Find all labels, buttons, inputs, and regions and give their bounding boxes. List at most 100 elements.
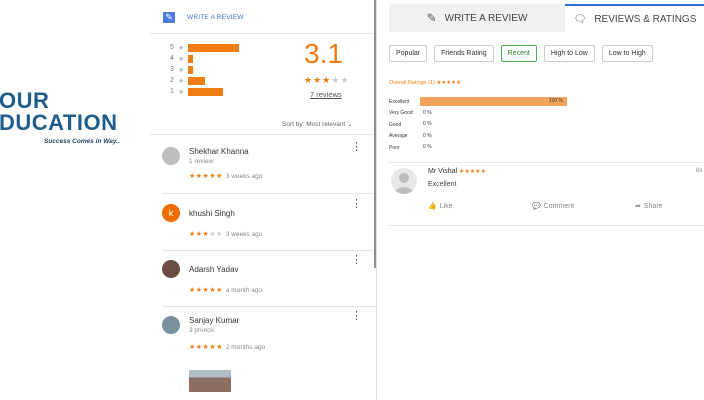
stars-empty-icon: ★★ xyxy=(209,231,223,238)
reviewer-name[interactable]: Sanjay Kumar xyxy=(189,316,239,325)
breakdown-label: Good xyxy=(389,121,402,128)
reviewer-subtext: 3 photos xyxy=(189,327,214,334)
avatar[interactable]: k xyxy=(162,204,180,222)
breakdown-percent: 0 % xyxy=(423,121,432,128)
write-review-label: WRITE A REVIEW xyxy=(187,14,244,21)
star-filled-icon: ★ xyxy=(322,75,332,85)
histogram-label: 3 xyxy=(170,66,174,73)
histogram-label: 1 xyxy=(170,88,174,95)
star-filled-icon: ★ xyxy=(313,75,323,85)
breakdown-percent: 0 % xyxy=(423,109,432,116)
review-stars: ★★★★★ a month ago xyxy=(189,286,262,294)
reviews-count-link[interactable]: 7 reviews xyxy=(310,90,342,99)
filter-friends-rating-button[interactable]: Friends Rating xyxy=(434,45,494,62)
star-icon: ★ xyxy=(178,44,185,52)
average-stars: ★★★★★ xyxy=(304,75,349,86)
tab-reviews-ratings[interactable]: 🗨 REVIEWS & RATINGS xyxy=(565,4,704,32)
breakdown-percent: 0 % xyxy=(423,132,432,139)
histogram-label: 5 xyxy=(170,44,174,51)
filter-high-to-low-button[interactable]: High to Low xyxy=(543,45,595,62)
stars-filled-icon: ★★★★★ xyxy=(189,344,223,351)
review-item: Shekhar Khanna 1 review ★★★★★ 3 weeks ago… xyxy=(162,142,362,187)
breakdown-row: Very Good 0 % xyxy=(389,108,567,120)
user-icon xyxy=(394,173,414,194)
breakdown-percent: 100 % xyxy=(548,98,563,105)
star-icon: ★ xyxy=(178,77,185,85)
brand-logo: OUR DUCATION Success Comes in Way.. xyxy=(0,88,150,148)
review-photo-thumbnail[interactable] xyxy=(189,370,231,392)
filter-recent-button[interactable]: Recent xyxy=(500,45,537,62)
reviewer-name[interactable]: Adarsh Yadav xyxy=(189,265,239,274)
breakdown-track: 100 % xyxy=(420,97,567,107)
sort-by-dropdown[interactable]: Sort by: Most relevant ⌄ xyxy=(282,120,353,128)
review-item: k khushi Singh ★★★★★ 3 weeks ago ⋮ xyxy=(162,199,362,244)
review-time: 3 weeks ago xyxy=(225,173,263,180)
more-options-icon[interactable]: ⋮ xyxy=(351,255,362,266)
star-empty-icon: ★ xyxy=(340,75,350,85)
breakdown-label: Excellent xyxy=(389,98,410,105)
reviewer-stars: ★★★★★ xyxy=(459,169,486,175)
breakdown-percent: 0 % xyxy=(423,144,432,151)
comment-label: Comment xyxy=(543,202,575,210)
review-item: Adarsh Yadav ★★★★★ a month ago ⋮ xyxy=(162,255,362,300)
breakdown-track: 0 % xyxy=(420,108,567,118)
tab-write-review[interactable]: ✎ WRITE A REVIEW xyxy=(389,4,565,32)
divider xyxy=(162,193,376,194)
avatar[interactable] xyxy=(162,147,180,165)
chevron-down-icon: ⌄ xyxy=(347,121,353,128)
more-options-icon[interactable]: ⋮ xyxy=(351,142,362,153)
pencil-icon: ✎ xyxy=(426,11,437,25)
reviewer-name[interactable]: Shekhar Khanna xyxy=(189,147,249,156)
rating-breakdown: Excellent 100 % Very Good 0 % Good 0 % Average… xyxy=(389,96,567,154)
overall-ratings: Overall Ratings (1) ★★★★★ xyxy=(389,80,462,86)
star-icon: ★ xyxy=(178,66,185,74)
review-time: 3 weeks ago xyxy=(225,231,263,238)
more-options-icon[interactable]: ⋮ xyxy=(351,311,362,322)
stars-filled-icon: ★★★★★ xyxy=(189,173,223,180)
breakdown-row: Excellent 100 % xyxy=(389,96,567,108)
chat-bubble-icon: 🗨 xyxy=(573,13,587,25)
breakdown-track: 0 % xyxy=(420,131,567,141)
avatar[interactable] xyxy=(162,316,180,334)
google-reviews-panel: ✎ WRITE A REVIEW 5 ★ 4 ★ 3 ★ 2 ★ 1 ★ 3.1 ★★★★★ 7 … xyxy=(150,0,376,400)
avatar-letter: k xyxy=(168,208,174,218)
like-label: Like xyxy=(439,202,453,210)
reviewer-name[interactable]: khushi Singh xyxy=(189,209,235,218)
star-icon: ★ xyxy=(178,55,185,63)
tab-label: WRITE A REVIEW xyxy=(444,12,528,24)
review-time: a month ago xyxy=(225,287,263,294)
breakdown-track: 0 % xyxy=(420,120,567,130)
breakdown-track: 0 % xyxy=(420,143,567,153)
more-options-icon[interactable]: ⋮ xyxy=(351,199,362,210)
divider xyxy=(150,134,376,135)
histogram-bar xyxy=(188,54,193,63)
logo-tagline: Success Comes in Way.. xyxy=(44,138,120,145)
google-write-review-button[interactable]: ✎ WRITE A REVIEW xyxy=(163,12,244,23)
share-button[interactable]: ➦ Share xyxy=(635,202,663,211)
reviewer[interactable]: Mr Vishal ★★★★★ xyxy=(428,168,486,175)
share-icon: ➦ xyxy=(635,203,641,210)
breakdown-row: Average 0 % xyxy=(389,131,567,143)
filter-buttons: Popular Friends Rating Recent High to Low Lo… xyxy=(389,45,653,62)
stars-filled-icon: ★★★★★ xyxy=(189,287,223,294)
histogram-row: 5 ★ xyxy=(170,42,239,53)
logo-line-2: DUCATION xyxy=(0,110,118,135)
histogram-bar xyxy=(188,65,193,74)
divider xyxy=(162,306,376,307)
histogram-label: 4 xyxy=(170,55,174,62)
reviewer-subtext: 1 review xyxy=(189,158,214,165)
rating-histogram: 5 ★ 4 ★ 3 ★ 2 ★ 1 ★ xyxy=(170,42,239,97)
review-stars: ★★★★★ 3 weeks ago xyxy=(189,230,262,238)
filter-popular-button[interactable]: Popular xyxy=(389,45,428,62)
avatar[interactable] xyxy=(162,260,180,278)
filter-low-to-high-button[interactable]: Low to High xyxy=(601,45,653,62)
comment-button[interactable]: 💬 Comment xyxy=(532,202,575,211)
average-score: 3.1 xyxy=(304,38,343,69)
like-button[interactable]: 👍 Like xyxy=(428,202,453,211)
avatar[interactable] xyxy=(391,168,417,194)
review-time: 8s xyxy=(696,168,703,174)
share-label: Share xyxy=(643,202,663,210)
histogram-label: 2 xyxy=(170,77,174,84)
star-icon: ★ xyxy=(178,88,185,96)
breakdown-row: Poor 0 % xyxy=(389,142,567,154)
